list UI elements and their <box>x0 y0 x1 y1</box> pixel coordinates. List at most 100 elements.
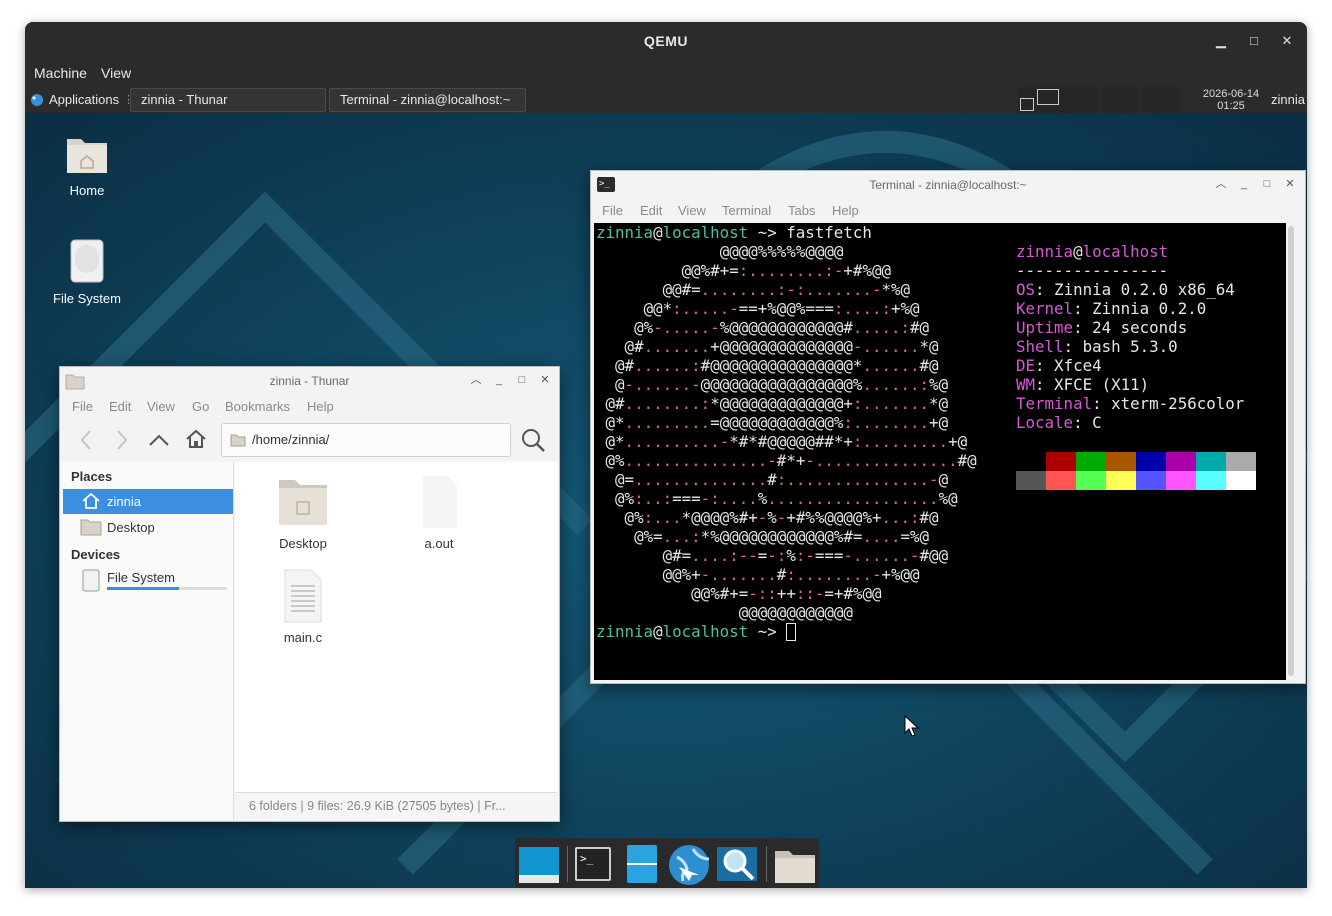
devices-header: Devices <box>71 547 121 562</box>
desktop-folder-icon <box>80 519 102 536</box>
file-label: a.out <box>424 536 454 551</box>
clock-date: 2026-06-14 <box>1202 88 1260 100</box>
applications-menu[interactable]: Applications ⋮ <box>29 89 134 111</box>
ascii-line: @%:...*@@@@%#+-%-+#%%@@@@%+...:#@ <box>624 508 939 527</box>
menu-file[interactable]: File <box>72 399 93 414</box>
info-key: OS <box>1016 280 1036 299</box>
terminal-titlebar[interactable]: Terminal - zinnia@localhost:~ <box>591 171 1305 199</box>
file-item-desktop[interactable]: Desktop <box>253 474 353 551</box>
palette-swatch <box>1226 452 1256 471</box>
qemu-menubar: Machine View <box>25 60 1307 87</box>
location-bar[interactable]: /home/zinnia/ <box>221 423 511 457</box>
workspace-3[interactable] <box>1142 87 1180 113</box>
color-palette <box>1016 452 1256 490</box>
task-terminal[interactable]: Terminal - zinnia@localhost:~ <box>329 88 526 112</box>
terminal-title: Terminal - zinnia@localhost:~ <box>869 178 1027 192</box>
workspace-window-mini <box>1037 89 1059 105</box>
menu-machine[interactable]: Machine <box>34 65 87 81</box>
menu-tabs[interactable]: Tabs <box>788 203 815 218</box>
ascii-line: @@#=........:-:.......-*%@ <box>662 280 911 299</box>
home-icon[interactable] <box>184 427 208 451</box>
desktop-icon-home[interactable]: Home <box>47 131 127 198</box>
back-icon[interactable] <box>76 428 96 452</box>
show-desktop-icon[interactable] <box>519 843 561 885</box>
browser-icon[interactable] <box>667 843 710 885</box>
places-item-label: zinnia <box>107 494 141 509</box>
chevron-up-icon[interactable]: ︿ <box>1213 176 1229 192</box>
file-view[interactable]: Desktop a.out main.c <box>235 462 557 792</box>
close-button[interactable]: ✕ <box>1277 31 1297 51</box>
file-item-a-out[interactable]: a.out <box>389 474 489 551</box>
location-path: /home/zinnia/ <box>252 432 330 447</box>
thunar-title: zinnia - Thunar <box>269 374 350 388</box>
info-value: : Zinnia 0.2.0 <box>1073 299 1207 318</box>
palette-swatch <box>1136 471 1166 490</box>
terminal-scrollbar[interactable] <box>1288 226 1294 676</box>
task-thunar[interactable]: zinnia - Thunar <box>130 88 326 112</box>
menu-help[interactable]: Help <box>832 203 859 218</box>
ascii-line: @@@@@@@@@@@@ <box>738 603 853 622</box>
mouse-pointer-icon <box>904 715 920 737</box>
places-item-zinnia[interactable]: zinnia <box>63 489 233 514</box>
workspace-2[interactable] <box>1101 87 1139 113</box>
menu-view[interactable]: View <box>147 399 175 414</box>
up-icon[interactable] <box>147 428 171 452</box>
menu-file[interactable]: File <box>602 203 623 218</box>
palette-swatch <box>1016 452 1046 471</box>
desktop-icon-label: File System <box>53 291 121 306</box>
minimize-icon[interactable]: _ <box>491 372 507 388</box>
devices-item-filesystem[interactable]: File System <box>63 567 233 599</box>
thunar-toolbar: /home/zinnia/ <box>60 419 559 461</box>
palette-swatch <box>1016 471 1046 490</box>
forward-icon[interactable] <box>112 428 132 452</box>
info-value: : bash 5.3.0 <box>1063 337 1178 356</box>
menu-edit[interactable]: Edit <box>640 203 662 218</box>
info-value: : XFCE (X11) <box>1035 375 1150 394</box>
minimize-button[interactable]: ▁ <box>1211 31 1231 51</box>
info-value: : Xfce4 <box>1035 356 1102 375</box>
minimize-icon[interactable]: _ <box>1236 176 1252 192</box>
drive-icon <box>82 569 100 592</box>
chevron-up-icon[interactable]: ︿ <box>468 372 484 388</box>
info-value: : 24 seconds <box>1073 318 1188 337</box>
user-menu[interactable]: zinnia <box>1271 92 1305 107</box>
maximize-button[interactable]: □ <box>1244 31 1264 51</box>
terminal-app-icon: >_ <box>597 177 615 192</box>
palette-swatch <box>1166 452 1196 471</box>
search-icon[interactable] <box>715 843 757 885</box>
info-line: DE: Xfce4 <box>1016 356 1102 375</box>
close-icon[interactable]: ✕ <box>537 372 553 388</box>
desktop-icon-label: Home <box>69 183 105 198</box>
thunar-titlebar[interactable]: zinnia - Thunar <box>60 367 559 395</box>
desktop-icon-filesystem[interactable]: File System <box>45 237 129 306</box>
workspace-1[interactable] <box>1018 87 1098 113</box>
info-key: Locale <box>1016 413 1074 432</box>
places-item-desktop[interactable]: Desktop <box>63 515 233 540</box>
menu-terminal[interactable]: Terminal <box>722 203 771 218</box>
terminal-icon[interactable]: >_ <box>573 843 615 885</box>
file-item-main-c[interactable]: main.c <box>253 568 353 645</box>
qemu-window: QEMU ▁ □ ✕ Machine View Applications ⋮ z… <box>25 22 1307 888</box>
info-value: : C <box>1073 413 1102 432</box>
terminal-content[interactable]: zinnia@localhost ~> fastfetch @@@@%%%%%@… <box>594 223 1286 680</box>
menu-bookmarks[interactable]: Bookmarks <box>225 399 290 414</box>
qemu-titlebar[interactable]: QEMU <box>25 22 1307 60</box>
info-line: Locale: C <box>1016 413 1102 432</box>
info-header: zinnia@localhost <box>1016 242 1169 261</box>
close-icon[interactable]: ✕ <box>1282 176 1298 192</box>
folder-icon[interactable] <box>773 843 815 885</box>
info-key: Terminal <box>1016 394 1093 413</box>
menu-go[interactable]: Go <box>192 399 209 414</box>
clock[interactable]: 2026-06-14 01:25 <box>1200 88 1262 112</box>
maximize-icon[interactable]: □ <box>514 372 530 388</box>
menu-edit[interactable]: Edit <box>109 399 131 414</box>
folder-icon <box>230 434 246 447</box>
menu-view[interactable]: View <box>678 203 706 218</box>
search-icon[interactable] <box>520 427 546 453</box>
menu-view[interactable]: View <box>101 65 131 81</box>
places-header: Places <box>71 469 113 484</box>
files-icon[interactable] <box>621 843 663 885</box>
menu-help[interactable]: Help <box>307 399 334 414</box>
maximize-icon[interactable]: □ <box>1259 176 1275 192</box>
palette-swatch <box>1076 452 1106 471</box>
